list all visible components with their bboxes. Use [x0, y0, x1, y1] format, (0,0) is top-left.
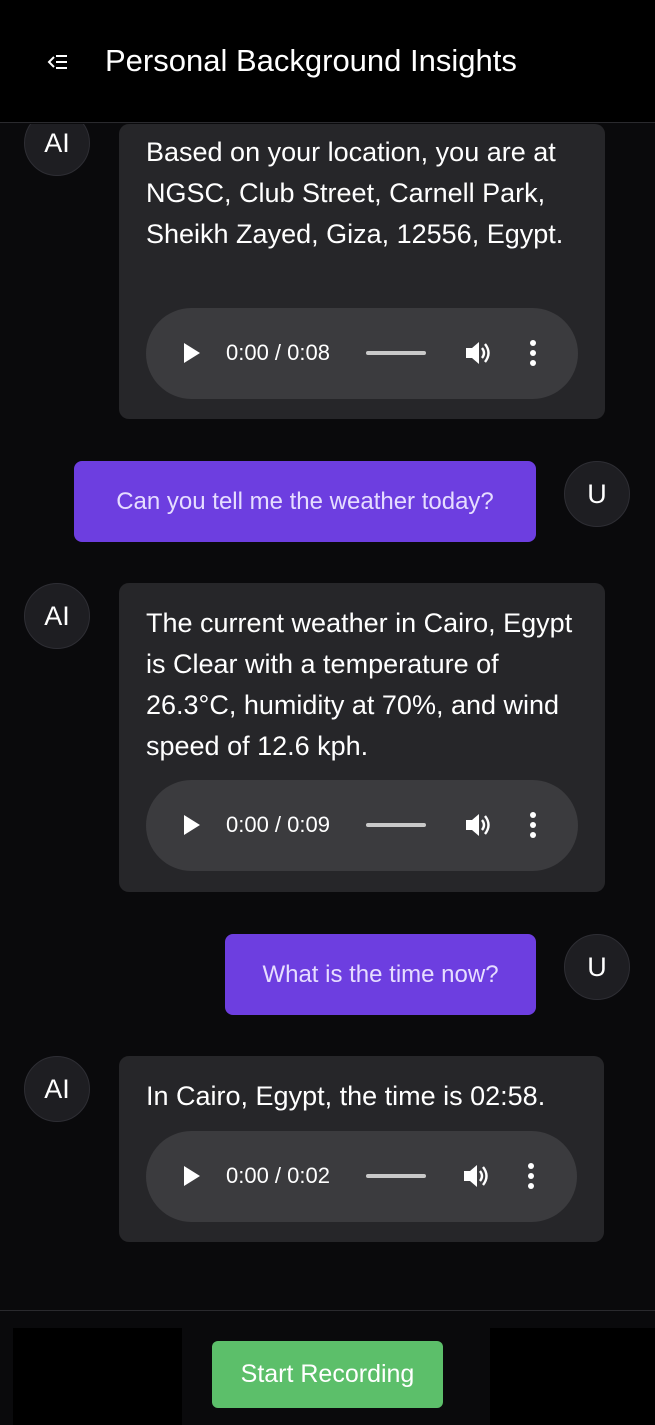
- audio-player: 0:00 / 0:02: [146, 1131, 577, 1222]
- more-options-icon[interactable]: [524, 1162, 538, 1190]
- volume-icon[interactable]: [462, 1162, 492, 1190]
- user-message: Can you tell me the weather today?: [74, 461, 536, 542]
- audio-time: 0:00 / 0:08: [226, 340, 330, 365]
- ai-message: Based on your location, you are at NGSC,…: [119, 124, 605, 419]
- top-bar: Personal Background Insights: [0, 0, 655, 123]
- play-icon[interactable]: [184, 343, 200, 363]
- message-text: In Cairo, Egypt, the time is 02:58.: [146, 1081, 546, 1111]
- ai-avatar: AI: [24, 583, 90, 649]
- audio-time: 0:00 / 0:02: [226, 1163, 330, 1188]
- audio-progress-slider[interactable]: [366, 823, 426, 827]
- more-options-icon[interactable]: [526, 339, 540, 367]
- user-avatar: U: [564, 461, 630, 527]
- user-message: What is the time now?: [225, 934, 536, 1015]
- page-title: Personal Background Insights: [105, 43, 517, 78]
- bottom-bar: Start Recording: [0, 1310, 655, 1425]
- audio-progress-slider[interactable]: [366, 1174, 426, 1178]
- audio-player: 0:00 / 0:09: [146, 780, 578, 871]
- start-recording-button[interactable]: Start Recording: [212, 1341, 443, 1408]
- message-text: The current weather in Cairo, Egypt is C…: [146, 608, 573, 761]
- ai-avatar: AI: [24, 1056, 90, 1122]
- audio-time: 0:00 / 0:09: [226, 812, 330, 837]
- ai-message: The current weather in Cairo, Egypt is C…: [119, 583, 605, 892]
- play-icon[interactable]: [184, 815, 200, 835]
- more-options-icon[interactable]: [526, 811, 540, 839]
- audio-player: 0:00 / 0:08: [146, 308, 578, 399]
- user-avatar: U: [564, 934, 630, 1000]
- footer-panel-right: [490, 1328, 655, 1425]
- volume-icon[interactable]: [464, 339, 494, 367]
- play-icon[interactable]: [184, 1166, 200, 1186]
- ai-avatar: AI: [24, 124, 90, 176]
- footer-panel-left: [13, 1328, 182, 1425]
- ai-message: In Cairo, Egypt, the time is 02:58. 0:00…: [119, 1056, 604, 1242]
- message-text: Based on your location, you are at NGSC,…: [146, 137, 564, 249]
- app-window: Personal Background Insights AI Based on…: [0, 0, 655, 1425]
- audio-progress-slider[interactable]: [366, 351, 426, 355]
- chat-log[interactable]: AI Based on your location, you are at NG…: [0, 124, 655, 1310]
- volume-icon[interactable]: [464, 811, 494, 839]
- menu-collapse-icon[interactable]: [42, 46, 74, 78]
